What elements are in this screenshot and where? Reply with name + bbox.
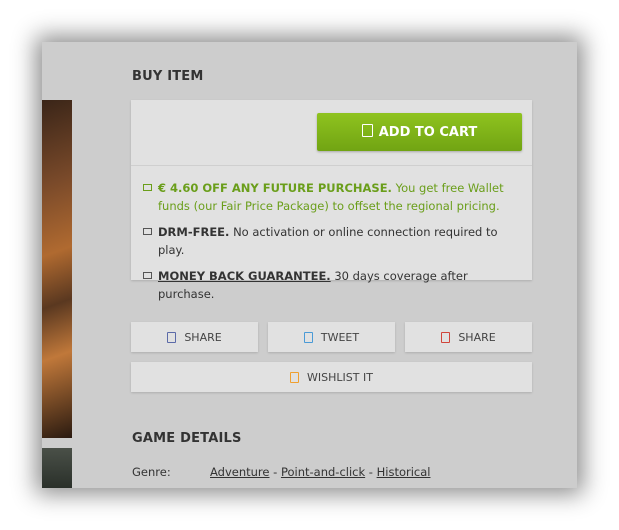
genre-link-adventure[interactable]: Adventure (210, 465, 269, 479)
add-to-cart-button[interactable]: ADD TO CART (317, 113, 522, 151)
buy-box: ADD TO CART € 4.60 OFF ANY FUTURE PURCHA… (131, 100, 532, 301)
add-to-cart-label: ADD TO CART (378, 124, 478, 140)
tweet-label: TWEET (320, 330, 360, 344)
buy-box-top: ADD TO CART (131, 100, 532, 166)
drm-free-feature: DRM-FREE. No activation or online connec… (143, 223, 522, 259)
heart-icon (290, 371, 300, 383)
genre-row: Genre: Adventure - Point-and-click - Hist… (132, 465, 430, 479)
genre-label: Genre: (132, 465, 171, 479)
google-share-label: SHARE (458, 330, 496, 344)
facebook-share-button[interactable]: SHARE (131, 322, 258, 352)
fair-price-feature: € 4.60 OFF ANY FUTURE PURCHASE. You get … (143, 179, 522, 215)
genre-link-point-and-click[interactable]: Point-and-click (281, 465, 365, 479)
google-share-button[interactable]: SHARE (405, 322, 532, 352)
google-icon (441, 331, 451, 343)
fair-price-title: € 4.60 OFF ANY FUTURE PURCHASE. (158, 181, 392, 195)
genre-separator: - (269, 465, 281, 479)
tweet-button[interactable]: TWEET (268, 322, 395, 352)
genre-separator: - (365, 465, 377, 479)
game-thumbnail[interactable] (42, 448, 72, 488)
feature-list: € 4.60 OFF ANY FUTURE PURCHASE. You get … (143, 179, 522, 311)
wallet-icon (143, 184, 152, 191)
money-back-feature: MONEY BACK GUARANTEE. 30 days coverage a… (143, 267, 522, 303)
drm-free-title: DRM-FREE. (158, 225, 230, 239)
money-back-link[interactable]: MONEY BACK GUARANTEE. (158, 269, 331, 283)
guarantee-icon (143, 272, 152, 279)
wishlist-label: WISHLIST IT (307, 370, 373, 384)
drm-icon (143, 228, 152, 235)
genre-link-historical[interactable]: Historical (377, 465, 431, 479)
wishlist-button[interactable]: WISHLIST IT (131, 362, 532, 392)
facebook-share-label: SHARE (184, 330, 222, 344)
store-window: BUY ITEM ADD TO CART € 4.60 OFF ANY FUTU… (42, 42, 577, 488)
twitter-icon (303, 331, 313, 343)
game-details-heading: GAME DETAILS (132, 431, 242, 446)
buy-item-heading: BUY ITEM (132, 69, 204, 84)
game-artwork (42, 100, 72, 438)
cart-icon (361, 123, 373, 137)
facebook-icon (167, 331, 177, 343)
